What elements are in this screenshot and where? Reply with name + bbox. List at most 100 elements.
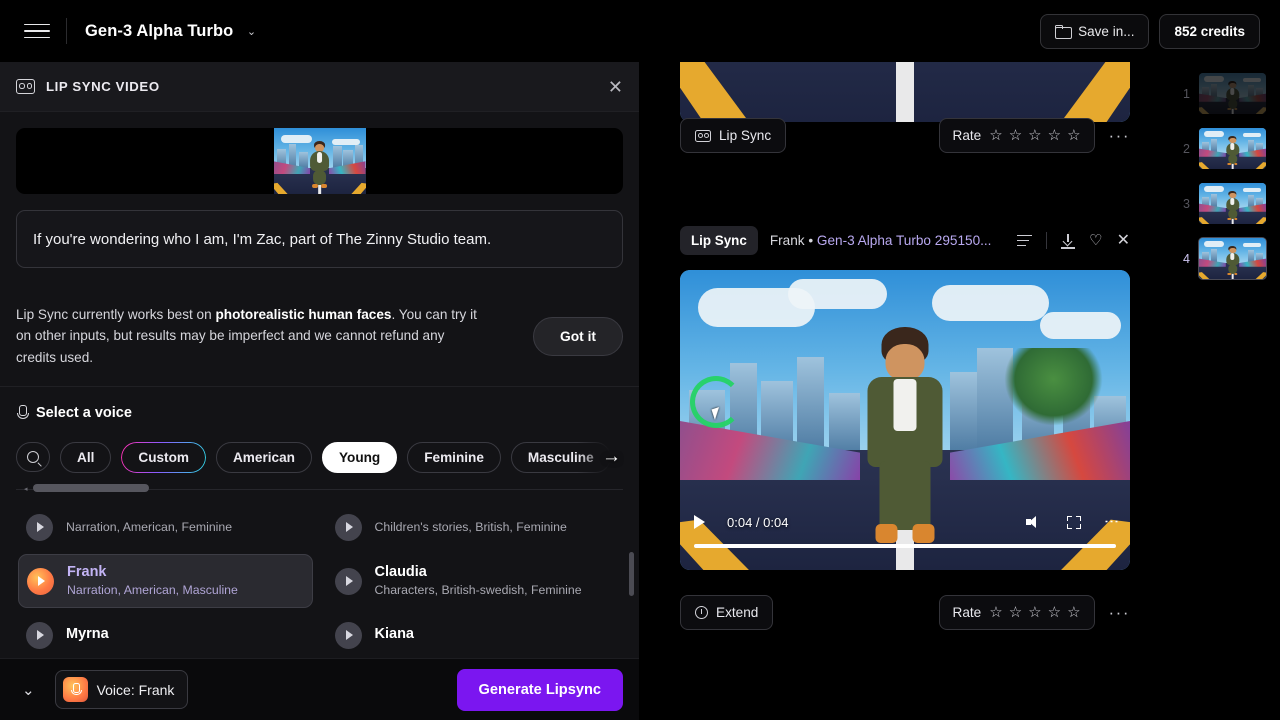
rail-thumbnail-item[interactable]: 1 — [1170, 66, 1280, 121]
voice-tags: Children's stories, British, Feminine — [374, 520, 567, 535]
rating-star[interactable]: ☆ — [1028, 128, 1041, 143]
video-controls-right: ⋮ — [1026, 514, 1120, 530]
voice-avatar — [62, 677, 88, 702]
fullscreen-icon[interactable] — [1067, 515, 1081, 529]
voice-play-icon[interactable] — [334, 513, 362, 541]
rating-star[interactable]: ☆ — [989, 605, 1002, 620]
play-icon[interactable] — [694, 515, 705, 529]
extend-button[interactable]: Extend — [680, 595, 774, 630]
voice-filter-chip-masculine[interactable]: Masculine — [510, 441, 611, 474]
got-it-button[interactable]: Got it — [532, 316, 623, 356]
generate-lipsync-button[interactable]: Generate Lipsync — [456, 668, 623, 711]
rating-star[interactable]: ☆ — [1067, 128, 1080, 143]
microphone-icon — [16, 405, 29, 421]
voice-play-icon[interactable] — [334, 621, 362, 649]
list-lines-icon[interactable] — [1017, 235, 1033, 246]
more-options-icon[interactable]: ··· — [1109, 604, 1130, 621]
rating-stars[interactable]: ☆ ☆ ☆ ☆ ☆ — [989, 128, 1080, 143]
selected-voice-chip[interactable]: Voice: Frank — [54, 670, 189, 709]
prompt-input[interactable]: If you're wondering who I am, I'm Zac, p… — [16, 210, 623, 268]
rail-thumbnail-item[interactable]: 2 — [1170, 121, 1280, 176]
video-preview-box[interactable] — [16, 128, 623, 194]
rating-star[interactable]: ☆ — [1048, 128, 1061, 143]
more-options-icon[interactable]: ··· — [1109, 127, 1130, 144]
voice-text: Narration, American, Feminine — [66, 518, 232, 536]
panel-body: If you're wondering who I am, I'm Zac, p… — [0, 112, 639, 720]
voice-list-item[interactable]: Kiana — [327, 608, 622, 658]
voice-text: Claudia Characters, British-swedish, Femi… — [375, 563, 582, 599]
voice-filter-chip-american[interactable]: American — [215, 441, 312, 474]
rate-label: Rate — [952, 128, 982, 143]
chips-scrollbar-thumb[interactable] — [33, 484, 149, 493]
panel-header: LIP SYNC VIDEO ✕ — [0, 62, 639, 112]
voice-filter-chip-custom[interactable]: Custom — [121, 441, 206, 474]
save-in-button[interactable]: Save in... — [1040, 13, 1150, 49]
close-icon[interactable]: ✕ — [608, 78, 623, 96]
voice-name: Myrna — [66, 626, 109, 643]
voice-list-item[interactable]: Children's stories, British, Feminine — [327, 500, 622, 554]
rate-control[interactable]: Rate ☆ ☆ ☆ ☆ ☆ — [938, 595, 1095, 630]
video-preview-thumbnail — [273, 128, 366, 194]
top-bar-actions: Save in... 852 credits — [1040, 13, 1264, 49]
video-progress-bar[interactable] — [694, 544, 1116, 548]
rating-star[interactable]: ☆ — [1009, 128, 1022, 143]
rate-control[interactable]: Rate ☆ ☆ ☆ ☆ ☆ — [938, 118, 1095, 153]
voice-filter-chip-feminine[interactable]: Feminine — [407, 441, 501, 474]
hamburger-menu-icon[interactable] — [24, 18, 50, 44]
lip-sync-panel: LIP SYNC VIDEO ✕ If you're wondering who… — [0, 62, 640, 720]
voice-list-scrollbar-thumb[interactable] — [629, 552, 634, 597]
previous-clip-video[interactable] — [680, 62, 1130, 122]
credits-badge[interactable]: 852 credits — [1159, 13, 1260, 49]
clip-actions: Extend Rate ☆ ☆ ☆ ☆ ☆ ··· — [680, 595, 1130, 630]
rating-star[interactable]: ☆ — [1048, 605, 1061, 620]
close-icon[interactable]: ✕ — [1117, 232, 1130, 249]
model-selector[interactable]: Gen-3 Alpha Turbo ⌄ — [85, 22, 256, 41]
clip-video-player[interactable]: 0:04 / 0:04 ⋮ — [680, 270, 1130, 570]
voice-play-icon[interactable] — [26, 513, 53, 541]
rail-thumbnail-item[interactable]: 3 — [1170, 176, 1280, 231]
voice-selector-section: Select a voice All Custom American Young Fem… — [0, 387, 639, 493]
clip-title: Frank • Gen-3 Alpha Turbo 295150... — [770, 233, 992, 248]
download-icon[interactable] — [1061, 233, 1076, 249]
voice-list-item[interactable]: Myrna — [18, 608, 313, 658]
voice-tags: Narration, American, Feminine — [66, 520, 233, 535]
voice-list-item[interactable]: Frank Narration, American, Masculine — [18, 554, 313, 609]
panel-footer: ⌄ Voice: Frank Generate Lipsync — [0, 658, 639, 720]
speaker-icon[interactable] — [1026, 515, 1041, 529]
rating-stars[interactable]: ☆ ☆ ☆ ☆ ☆ — [989, 605, 1080, 620]
heart-icon[interactable]: ♡ — [1089, 233, 1102, 248]
voice-filter-chip-young[interactable]: Young — [321, 441, 398, 474]
rating-star[interactable]: ☆ — [1009, 605, 1022, 620]
clip-type-badge[interactable]: Lip Sync — [680, 226, 758, 255]
voice-text: Frank Narration, American, Masculine — [67, 563, 238, 599]
prompt-text: If you're wondering who I am, I'm Zac, p… — [33, 230, 492, 248]
voice-tags: Characters, British-swedish, Feminine — [374, 583, 582, 598]
voice-search-icon-button[interactable] — [16, 442, 50, 473]
credits-label: 852 credits — [1174, 23, 1245, 39]
select-voice-heading: Select a voice — [16, 405, 623, 421]
rail-thumbnail-item[interactable]: 4 — [1170, 231, 1280, 286]
chevron-down-icon[interactable]: ⌄ — [247, 25, 256, 38]
search-icon — [27, 451, 39, 464]
voice-filter-chip-label: Custom — [138, 449, 189, 465]
voice-list-item[interactable]: Claudia Characters, British-swedish, Femi… — [327, 554, 622, 608]
collapse-chevron-icon[interactable]: ⌄ — [16, 677, 41, 703]
clip-thumbnail-rail: 1 2 3 4 — [1170, 62, 1280, 720]
chips-horizontal-scrollbar[interactable]: ◂ — [16, 484, 623, 493]
chips-scroll-right-icon[interactable]: → — [602, 447, 621, 466]
voice-list-item[interactable]: Narration, American, Feminine — [18, 500, 313, 554]
rating-star[interactable]: ☆ — [1067, 605, 1080, 620]
vertical-dots-icon[interactable]: ⋮ — [1103, 514, 1120, 530]
voice-play-icon[interactable] — [27, 567, 54, 595]
voice-play-icon[interactable] — [334, 567, 362, 595]
voice-play-icon[interactable] — [26, 621, 53, 649]
rail-thumbnail-number: 2 — [1183, 141, 1190, 156]
lip-sync-action-button[interactable]: Lip Sync — [680, 118, 787, 153]
rating-star[interactable]: ☆ — [1028, 605, 1041, 620]
extend-label: Extend — [716, 605, 759, 620]
rail-thumbnail-image — [1199, 128, 1266, 169]
voice-list[interactable]: Narration, American, Feminine Children's … — [0, 500, 639, 658]
voice-filter-chip-all[interactable]: All — [60, 441, 112, 474]
voice-filter-chips: AllCustomAmericanYoungFeminineMasculineN… — [16, 439, 623, 475]
rating-star[interactable]: ☆ — [989, 128, 1002, 143]
